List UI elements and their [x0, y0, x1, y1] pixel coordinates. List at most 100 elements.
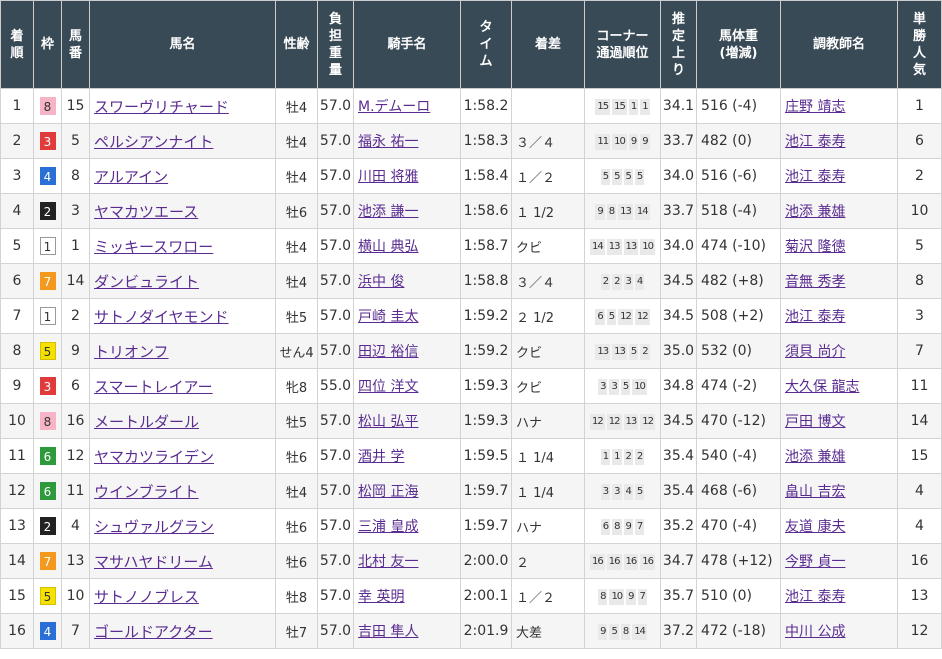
trainer-cell: 池添 兼雄 [780, 193, 898, 229]
corner-position: 3 [600, 484, 611, 500]
waku-cell: 4 [33, 613, 62, 649]
horse-name-link[interactable]: ヤマカツエース [94, 203, 198, 221]
horse-name-link[interactable]: ミッキースワロー [94, 238, 213, 256]
trainer-link[interactable]: 池江 泰寿 [785, 169, 845, 185]
corner-cell: 5555 [584, 158, 661, 194]
corner-position: 12 [590, 414, 605, 430]
header-time: タイム [460, 0, 512, 89]
horse-name-cell: アルアイン [89, 158, 276, 194]
margin-cell: ３／４ [511, 263, 585, 299]
waku-cell: 3 [33, 123, 62, 159]
jockey-link[interactable]: 横山 典弘 [358, 239, 418, 255]
table-row: 10 8 16 メートルダール 牡5 57.0 松山 弘平 1:59.3 ハナ 12 12 13 12 3… [0, 403, 942, 439]
trainer-link[interactable]: 畠山 吉宏 [785, 484, 845, 500]
horse-name-link[interactable]: サトノノブレス [94, 588, 199, 606]
jockey-link[interactable]: 浜中 俊 [358, 274, 404, 290]
horse-name-link[interactable]: トリオンフ [94, 343, 169, 361]
trainer-link[interactable]: 須貝 尚介 [785, 344, 845, 360]
sex-age-cell: 牡7 [275, 613, 318, 649]
corner-positions: 6897 [600, 517, 646, 535]
trainer-cell: 音無 秀孝 [780, 263, 898, 299]
trainer-link[interactable]: 菊沢 隆徳 [785, 239, 845, 255]
jockey-link[interactable]: 幸 英明 [358, 589, 404, 605]
trainer-link[interactable]: 戸田 博文 [785, 414, 845, 430]
horse-name-link[interactable]: ヤマカツライデン [94, 448, 214, 466]
horse-name-link[interactable]: マサハヤドリーム [94, 553, 213, 571]
jockey-link[interactable]: 吉田 隼人 [358, 624, 418, 640]
sex-age-cell: 牝8 [275, 368, 318, 404]
corner-positions: 6 5 12 12 [594, 307, 650, 325]
jockey-link[interactable]: 四位 洋文 [358, 379, 418, 395]
corner-position: 12 [640, 414, 655, 430]
trainer-link[interactable]: 音無 秀孝 [785, 274, 845, 290]
umaban-cell: 16 [61, 403, 90, 439]
horse-name-link[interactable]: ダンビュライト [94, 273, 199, 291]
jockey-link[interactable]: 北村 友一 [358, 554, 418, 570]
jockey-link[interactable]: 田辺 裕信 [358, 344, 418, 360]
trainer-cell: 庄野 靖志 [780, 88, 898, 124]
jockey-link[interactable]: 酒井 学 [358, 449, 404, 465]
trainer-link[interactable]: 池江 泰寿 [785, 309, 845, 325]
jockey-cell: 吉田 隼人 [353, 613, 461, 649]
horse-name-cell: ペルシアンナイト [89, 123, 276, 159]
horse-name-link[interactable]: ペルシアンナイト [94, 133, 213, 151]
jockey-link[interactable]: 池添 謙一 [358, 204, 418, 220]
corner-position: 13 [595, 344, 611, 360]
corner-position: 11 [595, 134, 611, 150]
horse-name-link[interactable]: スマートレイアー [94, 378, 213, 396]
trainer-link[interactable]: 池添 兼雄 [785, 204, 845, 220]
horse-name-cell: サトノノブレス [89, 578, 276, 614]
popularity-cell: 13 [897, 578, 942, 614]
table-row: 4 2 3 ヤマカツエース 牡6 57.0 池添 謙一 1:58.6 １ 1/2 9 8 13 14 33… [0, 193, 942, 229]
weight-cell: 57.0 [317, 438, 354, 474]
body-weight-cell: 516 (-6) [696, 158, 781, 194]
jockey-link[interactable]: 戸崎 圭太 [358, 309, 418, 325]
trainer-link[interactable]: 大久保 龍志 [785, 379, 859, 395]
corner-cell: 6897 [584, 508, 661, 544]
popularity-cell: 8 [897, 263, 942, 299]
trainer-link[interactable]: 中川 公成 [785, 624, 845, 640]
corner-position: 5 [600, 169, 611, 185]
trainer-link[interactable]: 庄野 靖志 [785, 99, 845, 115]
jockey-link[interactable]: 松岡 正海 [358, 484, 418, 500]
trainer-link[interactable]: 池江 泰寿 [785, 134, 845, 150]
last3f-cell: 37.2 [660, 613, 697, 649]
weight-cell: 57.0 [317, 403, 354, 439]
waku-badge: 6 [39, 447, 56, 465]
table-row: 13 2 4 シュヴァルグラン 牡6 57.0 三浦 皇成 1:59.7 ハナ 6 8 9 7 35.2 4… [0, 508, 942, 544]
corner-position: 2 [612, 274, 622, 290]
time-cell: 1:59.2 [460, 298, 512, 334]
jockey-link[interactable]: M.デムーロ [358, 99, 430, 115]
body-weight-cell: 482 (+8) [696, 263, 781, 299]
trainer-link[interactable]: 池添 兼雄 [785, 449, 845, 465]
trainer-cell: 畠山 吉宏 [780, 473, 898, 509]
horse-name-link[interactable]: ウインブライト [94, 483, 199, 501]
jockey-link[interactable]: 福永 祐一 [358, 134, 418, 150]
jockey-link[interactable]: 三浦 皇成 [358, 519, 418, 535]
waku-badge: 3 [39, 377, 56, 395]
popularity-cell: 7 [897, 333, 942, 369]
corner-positions: 1122 [600, 447, 646, 465]
horse-name-link[interactable]: メートルダール [94, 413, 199, 431]
horse-name-link[interactable]: サトノダイヤモンド [94, 308, 229, 326]
jockey-link[interactable]: 川田 将雅 [358, 169, 418, 185]
horse-name-link[interactable]: スワーヴリチャード [94, 98, 229, 116]
corner-position: 2 [634, 449, 645, 465]
waku-cell: 7 [33, 543, 62, 579]
jockey-cell: 福永 祐一 [353, 123, 461, 159]
horse-name-link[interactable]: シュヴァルグラン [94, 518, 214, 536]
horse-name-link[interactable]: アルアイン [94, 168, 168, 186]
horse-name-link[interactable]: ゴールドアクター [94, 623, 213, 641]
corner-position: 8 [620, 624, 631, 640]
jockey-link[interactable]: 松山 弘平 [358, 414, 418, 430]
waku-cell: 5 [33, 578, 62, 614]
last3f-cell: 35.0 [660, 333, 697, 369]
trainer-cell: 池江 泰寿 [780, 158, 898, 194]
header-weight: 負担重量 [317, 0, 354, 89]
popularity-cell: 3 [897, 298, 942, 334]
time-cell: 1:59.3 [460, 368, 512, 404]
corner-positions: 16 16 16 16 [589, 552, 656, 570]
trainer-link[interactable]: 友道 康夫 [785, 519, 845, 535]
trainer-link[interactable]: 池江 泰寿 [785, 589, 845, 605]
trainer-link[interactable]: 今野 貞一 [785, 554, 845, 570]
